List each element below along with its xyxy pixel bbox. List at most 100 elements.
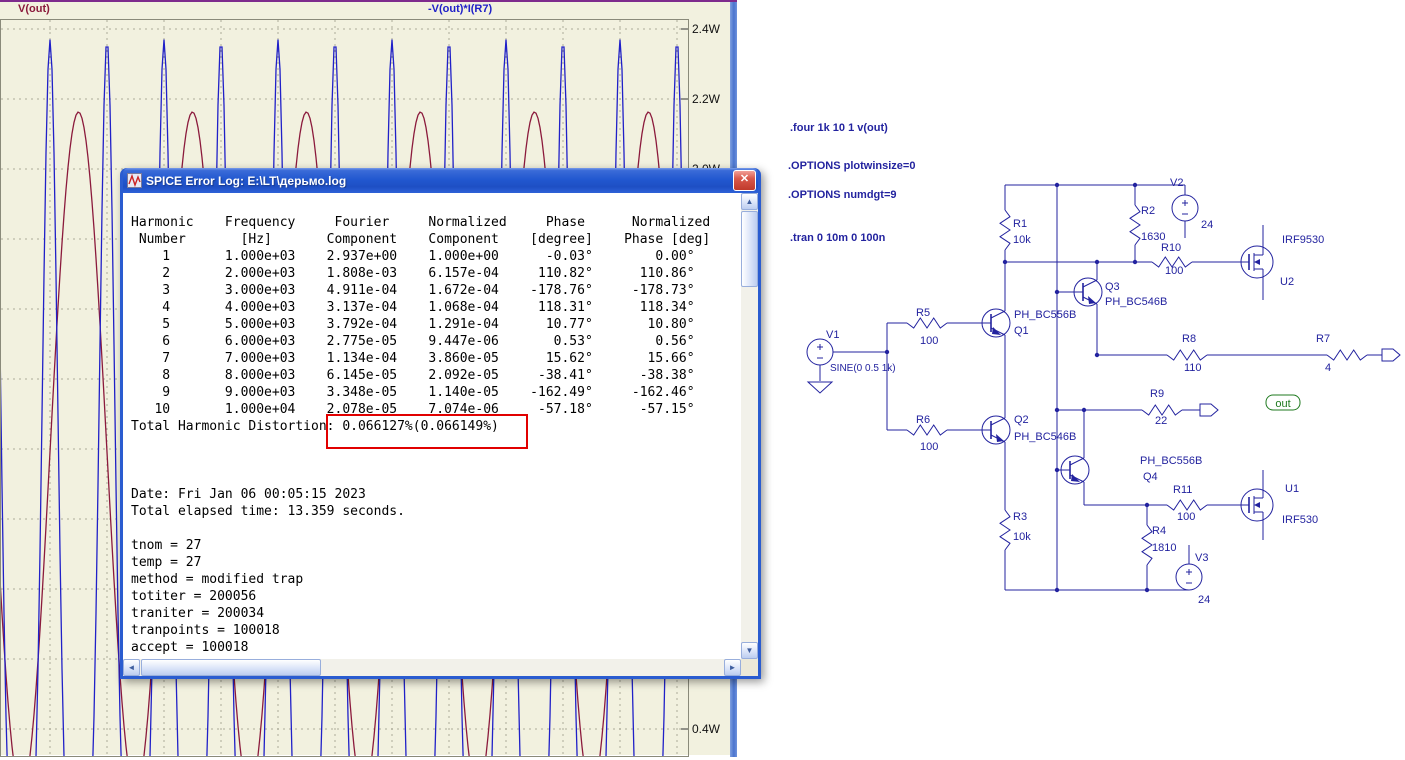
- component-label: 1810: [1152, 542, 1176, 554]
- resistor-symbol[interactable]: [1000, 210, 1010, 250]
- component-label: R10: [1161, 242, 1181, 254]
- component-label: R2: [1141, 205, 1155, 217]
- pmos-transistor-symbol[interactable]: [1241, 246, 1273, 278]
- component-label: 100: [920, 441, 938, 453]
- trace-label-vout[interactable]: V(out): [18, 3, 50, 15]
- voltage-source-symbol[interactable]: [1172, 195, 1198, 221]
- component-label: U2: [1280, 276, 1294, 288]
- component-label: U1: [1285, 483, 1299, 495]
- component-label: V3: [1195, 552, 1208, 564]
- resistor-symbol[interactable]: [1142, 525, 1152, 565]
- component-label: Q4: [1143, 471, 1158, 483]
- svg-text:out: out: [1275, 398, 1290, 410]
- scroll-left-icon[interactable]: ◄: [123, 659, 140, 676]
- spice-directive[interactable]: .four 1k 10 1 v(out): [790, 122, 888, 134]
- component-label: R9: [1150, 388, 1164, 400]
- spice-error-log-window[interactable]: SPICE Error Log: E:\LT\дерьмо.log ✕ Harm…: [120, 168, 761, 679]
- component-label: R3: [1013, 511, 1027, 523]
- component-label: PH_BC546B: [1014, 431, 1076, 443]
- vertical-scroll-thumb[interactable]: [741, 211, 758, 287]
- component-label: 24: [1201, 219, 1213, 231]
- npn-transistor-symbol[interactable]: [978, 408, 1010, 452]
- horizontal-scrollbar[interactable]: ◄ ►: [123, 659, 741, 676]
- junction-dot: [1145, 588, 1149, 592]
- pnp-transistor-symbol[interactable]: [978, 301, 1010, 345]
- junction-dot: [1055, 290, 1059, 294]
- schematic-canvas[interactable]: outV224R110kR21630R10100IRF9530U2Q3PH_BC…: [737, 0, 1405, 755]
- resistor-symbol[interactable]: [907, 318, 947, 328]
- resistor-symbol[interactable]: [1167, 350, 1207, 360]
- resistor-symbol[interactable]: [907, 425, 947, 435]
- voltage-source-symbol[interactable]: [1176, 564, 1202, 590]
- component-label: R6: [916, 414, 930, 426]
- component-label: 4: [1325, 362, 1331, 374]
- y-axis-label[interactable]: 0.4W: [692, 722, 721, 736]
- scroll-right-icon[interactable]: ►: [724, 659, 741, 676]
- dialog-body: Harmonic Frequency Fourier Normalized Ph…: [123, 193, 758, 676]
- spice-directive[interactable]: .OPTIONS plotwinsize=0: [788, 160, 915, 172]
- junction-dot: [1055, 408, 1059, 412]
- y-axis-label[interactable]: 2.2W: [692, 92, 721, 106]
- junction-dot: [1055, 183, 1059, 187]
- npn-transistor-symbol[interactable]: [1070, 270, 1102, 314]
- junction-dot: [1095, 353, 1099, 357]
- resistor-symbol[interactable]: [1130, 205, 1140, 245]
- schematic-panel: outV224R110kR21630R10100IRF9530U2Q3PH_BC…: [737, 0, 1405, 755]
- component-label: 24: [1198, 594, 1210, 606]
- scroll-up-icon[interactable]: ▲: [741, 193, 758, 210]
- component-label: 100: [1177, 511, 1195, 523]
- nmos-transistor-symbol[interactable]: [1241, 489, 1273, 521]
- component-label: R7: [1316, 333, 1330, 345]
- component-label: 10k: [1013, 234, 1031, 246]
- component-label: Q2: [1014, 414, 1029, 426]
- component-label: 22: [1155, 415, 1167, 427]
- scrollbar-corner: [741, 659, 758, 676]
- junction-dot: [1133, 260, 1137, 264]
- component-label: IRF9530: [1282, 234, 1324, 246]
- port-arrow-icon[interactable]: [1382, 349, 1400, 361]
- component-label: PH_BC546B: [1105, 296, 1167, 308]
- component-label: V2: [1170, 177, 1183, 189]
- dialog-titlebar[interactable]: SPICE Error Log: E:\LT\дерьмо.log ✕: [123, 168, 758, 193]
- y-axis-label[interactable]: 2.4W: [692, 22, 721, 36]
- component-label: 100: [1165, 265, 1183, 277]
- resistor-symbol[interactable]: [1000, 510, 1010, 550]
- trace-label-power[interactable]: -V(out)*I(R7): [428, 3, 492, 15]
- junction-dot: [1003, 260, 1007, 264]
- ltspice-icon: [127, 173, 142, 188]
- component-label: 10k: [1013, 531, 1031, 543]
- voltage-source-symbol[interactable]: [807, 339, 833, 365]
- junction-dot: [1095, 260, 1099, 264]
- log-text: Harmonic Frequency Fourier Normalized Ph…: [123, 193, 741, 659]
- resistor-symbol[interactable]: [1142, 405, 1182, 415]
- out-net-label[interactable]: out: [1266, 395, 1300, 410]
- component-label: PH_BC556B: [1140, 455, 1202, 467]
- plot-header: V(out) -V(out)*I(R7): [0, 2, 737, 17]
- component-label: 100: [920, 335, 938, 347]
- ground-symbol[interactable]: [808, 382, 832, 393]
- component-label: Q1: [1014, 325, 1029, 337]
- spice-directive[interactable]: .OPTIONS numdgt=9: [788, 189, 896, 201]
- vertical-scrollbar[interactable]: ▲ ▼: [741, 193, 758, 659]
- junction-dot: [1133, 183, 1137, 187]
- component-label: V1: [826, 329, 839, 341]
- junction-dot: [1055, 588, 1059, 592]
- scroll-down-icon[interactable]: ▼: [741, 642, 758, 659]
- component-label: PH_BC556B: [1014, 309, 1076, 321]
- resistor-symbol[interactable]: [1167, 500, 1207, 510]
- junction-dot: [885, 350, 889, 354]
- junction-dot: [1145, 503, 1149, 507]
- close-button[interactable]: ✕: [733, 170, 756, 191]
- component-label: Q3: [1105, 281, 1120, 293]
- component-label: R8: [1182, 333, 1196, 345]
- spice-directive[interactable]: .tran 0 10m 0 100n: [790, 232, 886, 244]
- component-label: R4: [1152, 525, 1166, 537]
- component-label: R1: [1013, 218, 1027, 230]
- pnp-transistor-symbol[interactable]: [1057, 448, 1089, 492]
- component-label: R5: [916, 307, 930, 319]
- resistor-symbol[interactable]: [1327, 350, 1367, 360]
- component-label: R11: [1173, 484, 1192, 496]
- horizontal-scroll-thumb[interactable]: [141, 659, 321, 676]
- port-arrow-icon[interactable]: [1200, 404, 1218, 416]
- dialog-title: SPICE Error Log: E:\LT\дерьмо.log: [146, 174, 729, 188]
